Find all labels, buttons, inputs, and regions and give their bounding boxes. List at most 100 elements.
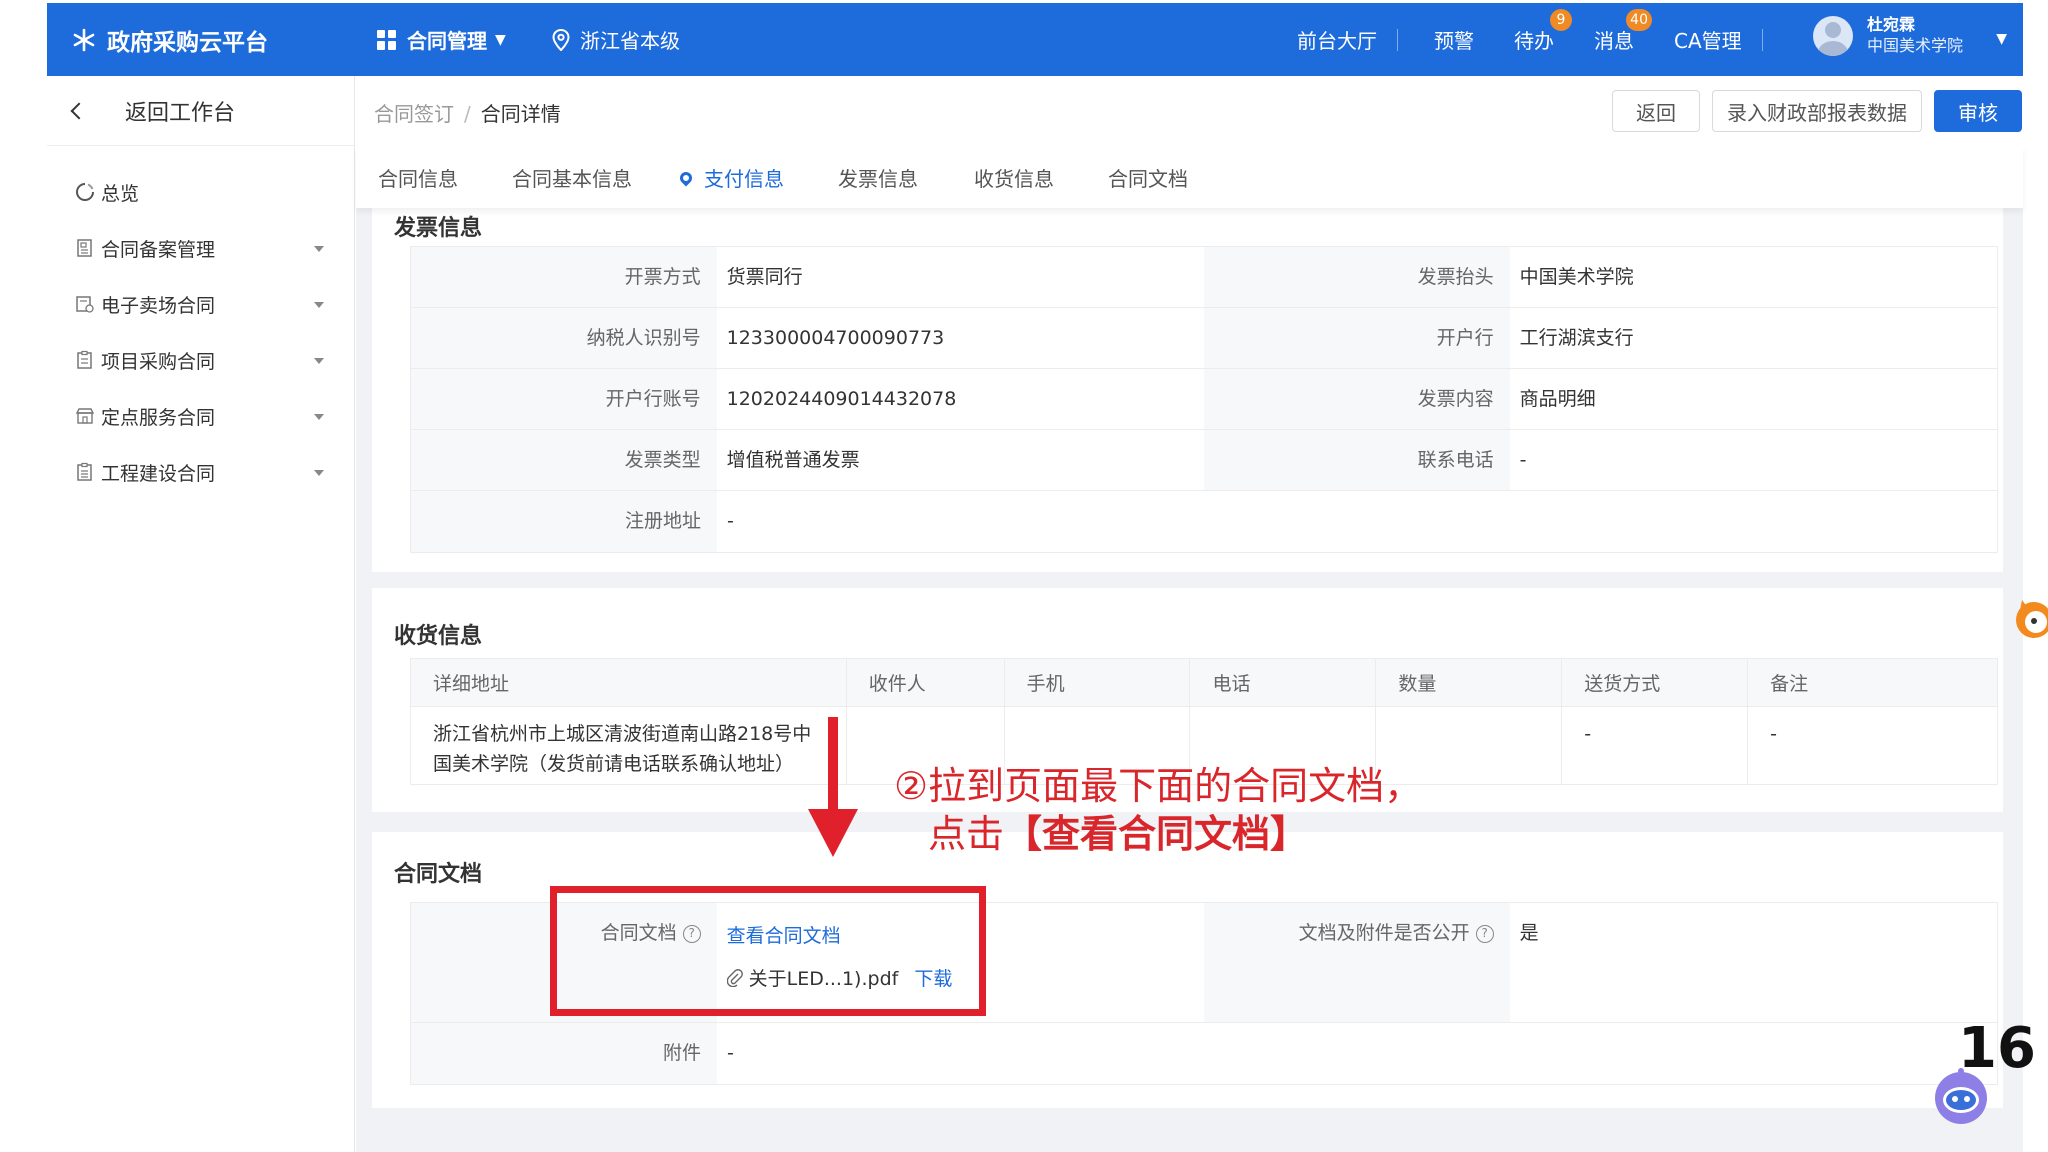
sidebar: 返回工作台 总览 合同备案管理 电子卖场合同 项目采购合同 定点服务合同 工程建… — [47, 76, 355, 1152]
caret-down-icon — [314, 414, 324, 420]
field-label: 注册地址 — [411, 491, 717, 552]
table-row: 纳税人识别号 123300004700090773 开户行 工行湖滨支行 — [411, 308, 1997, 369]
caret-down-icon — [314, 470, 324, 476]
column-header: 数量 — [1375, 658, 1563, 707]
nav-messages[interactable]: 消息 40 — [1574, 9, 1654, 54]
shop-icon — [75, 408, 95, 424]
column-header: 手机 — [1004, 658, 1191, 707]
store-settings-icon — [76, 296, 94, 313]
instruction-line-1: ②拉到页面最下面的合同文档， — [894, 764, 1423, 808]
user-caret-down-icon[interactable]: ▼ — [1996, 31, 2007, 47]
tab-label: 合同基本信息 — [512, 167, 632, 191]
field-value: - — [727, 510, 734, 532]
table-header-row: 详细地址 收件人 手机 电话 数量 送货方式 备注 — [410, 658, 1998, 707]
delivery-method-cell: - — [1561, 706, 1749, 785]
clipboard-list-icon — [77, 462, 92, 481]
field-value: 商品明细 — [1519, 388, 1596, 410]
sidebar-item-label: 定点服务合同 — [101, 406, 216, 429]
sidebar-item-label: 电子卖场合同 — [101, 294, 216, 317]
platform-logo[interactable]: 政府采购云平台 — [71, 23, 268, 57]
arrow-down-icon — [808, 717, 858, 857]
field-label: 发票类型 — [411, 430, 717, 490]
sidebar-item-contract-filing[interactable]: 合同备案管理 — [47, 220, 354, 276]
field-label: 开户行 — [1204, 308, 1510, 368]
field-value: 中国美术学院 — [1519, 266, 1634, 288]
tab-invoice-info[interactable]: 发票信息 — [838, 163, 918, 192]
tab-payment-info[interactable]: 支付信息 — [677, 163, 784, 192]
field-value: 工行湖滨支行 — [1519, 327, 1634, 349]
clipboard-icon — [77, 350, 92, 369]
anchor-tabs: 合同信息 合同基本信息 支付信息 发票信息 收货信息 合同文档 — [356, 146, 2023, 208]
breadcrumb-parent[interactable]: 合同签订 — [374, 102, 454, 126]
menu-label: 合同管理 — [407, 29, 487, 53]
sidebar-item-overview[interactable]: 总览 — [47, 164, 354, 220]
loading-circle-icon — [76, 183, 94, 201]
nav-label: 待办 — [1514, 29, 1554, 53]
table-row: 开票方式 货票同行 发票抬头 中国美术学院 — [411, 247, 1997, 308]
nav-divider — [1761, 28, 1763, 51]
nav-front-hall[interactable]: 前台大厅 — [1277, 25, 1397, 54]
tab-contract-docs[interactable]: 合同文档 — [1108, 163, 1188, 192]
nav-warning[interactable]: 预警 — [1398, 25, 1494, 54]
field-label: 纳税人识别号 — [411, 308, 717, 368]
instruction-line-2-bold: 【查看合同文档】 — [1004, 812, 1309, 856]
tab-label: 合同文档 — [1108, 167, 1188, 191]
sidebar-item-project-procurement[interactable]: 项目采购合同 — [47, 332, 354, 388]
sidebar-item-label: 合同备案管理 — [101, 238, 216, 261]
field-label: 发票抬头 — [1204, 247, 1510, 307]
table-row: 开户行账号 1202024409014432078 发票内容 商品明细 — [411, 369, 1997, 430]
column-header: 备注 — [1747, 658, 1998, 707]
sidebar-item-emall-contract[interactable]: 电子卖场合同 — [47, 276, 354, 332]
address-cell: 浙江省杭州市上城区清波街道南山路218号中国美术学院（发货前请电话联系确认地址） — [410, 706, 847, 785]
nav-ca-management[interactable]: CA管理 — [1654, 25, 1762, 54]
nav-label: CA管理 — [1674, 29, 1742, 53]
caret-down-icon — [314, 302, 324, 308]
field-value: - — [727, 1042, 734, 1064]
invoice-detail-table: 开票方式 货票同行 发票抬头 中国美术学院 纳税人识别号 12330000470… — [410, 246, 1998, 553]
back-to-workbench[interactable]: 返回工作台 — [47, 76, 354, 146]
field-label: 开票方式 — [411, 247, 717, 307]
message-count-badge: 40 — [1626, 9, 1652, 31]
field-label: 发票内容 — [1204, 369, 1510, 429]
sidebar-item-label: 总览 — [101, 182, 140, 205]
mascot-icon[interactable] — [2006, 590, 2048, 642]
tab-label: 发票信息 — [838, 167, 918, 191]
document-icon — [77, 239, 92, 257]
grid-icon — [377, 29, 397, 50]
top-navigation-bar: 政府采购云平台 合同管理 ▼ 浙江省本级 前台大厅 预警 待办 9 消息 40 CA… — [47, 3, 2023, 76]
avatar — [1813, 16, 1853, 56]
nav-label: 预警 — [1434, 29, 1474, 53]
field-label: 文档及附件是否公开? — [1204, 903, 1510, 1022]
tab-contract-basic-info[interactable]: 合同基本信息 — [512, 163, 632, 192]
instruction-callout: ②拉到页面最下面的合同文档， 点击【查看合同文档】 — [894, 762, 1422, 858]
help-circle-icon[interactable]: ? — [1475, 925, 1494, 943]
chevron-left-icon — [70, 102, 88, 119]
region-selector[interactable]: 浙江省本级 — [552, 25, 680, 54]
assistant-robot-icon[interactable] — [1928, 1066, 1994, 1126]
table-row: 附件 - — [411, 1023, 1997, 1084]
platform-title: 政府采购云平台 — [107, 30, 268, 56]
nav-todo[interactable]: 待办 9 — [1494, 9, 1574, 54]
nav-label: 前台大厅 — [1297, 29, 1377, 53]
audit-button[interactable]: 审核 — [1934, 90, 2022, 132]
tab-contract-info[interactable]: 合同信息 — [378, 163, 458, 192]
contract-management-menu[interactable]: 合同管理 ▼ — [377, 25, 506, 54]
field-value: 增值税普通发票 — [726, 449, 860, 471]
back-button[interactable]: 返回 — [1612, 90, 1700, 132]
user-org: 中国美术学院 — [1867, 36, 1964, 55]
instruction-line-2-prefix: 点击 — [928, 812, 1005, 856]
enter-report-data-button[interactable]: 录入财政部报表数据 — [1712, 90, 1922, 132]
sidebar-item-construction-contract[interactable]: 工程建设合同 — [47, 444, 354, 500]
field-value: 1202024409014432078 — [726, 388, 957, 410]
table-row: 发票类型 增值税普通发票 联系电话 - — [411, 430, 1997, 491]
user-menu[interactable]: 杜宛霖 中国美术学院 — [1813, 15, 1963, 57]
back-label: 返回工作台 — [125, 100, 236, 126]
column-header: 电话 — [1189, 658, 1377, 707]
tab-label: 合同信息 — [378, 167, 458, 191]
section-title: 合同文档 — [394, 862, 483, 887]
sidebar-item-designated-service[interactable]: 定点服务合同 — [47, 388, 354, 444]
field-value: 是 — [1519, 922, 1539, 944]
caret-down-icon — [314, 358, 324, 364]
tab-delivery-info[interactable]: 收货信息 — [974, 163, 1054, 192]
table-row: 注册地址 - — [411, 491, 1997, 552]
